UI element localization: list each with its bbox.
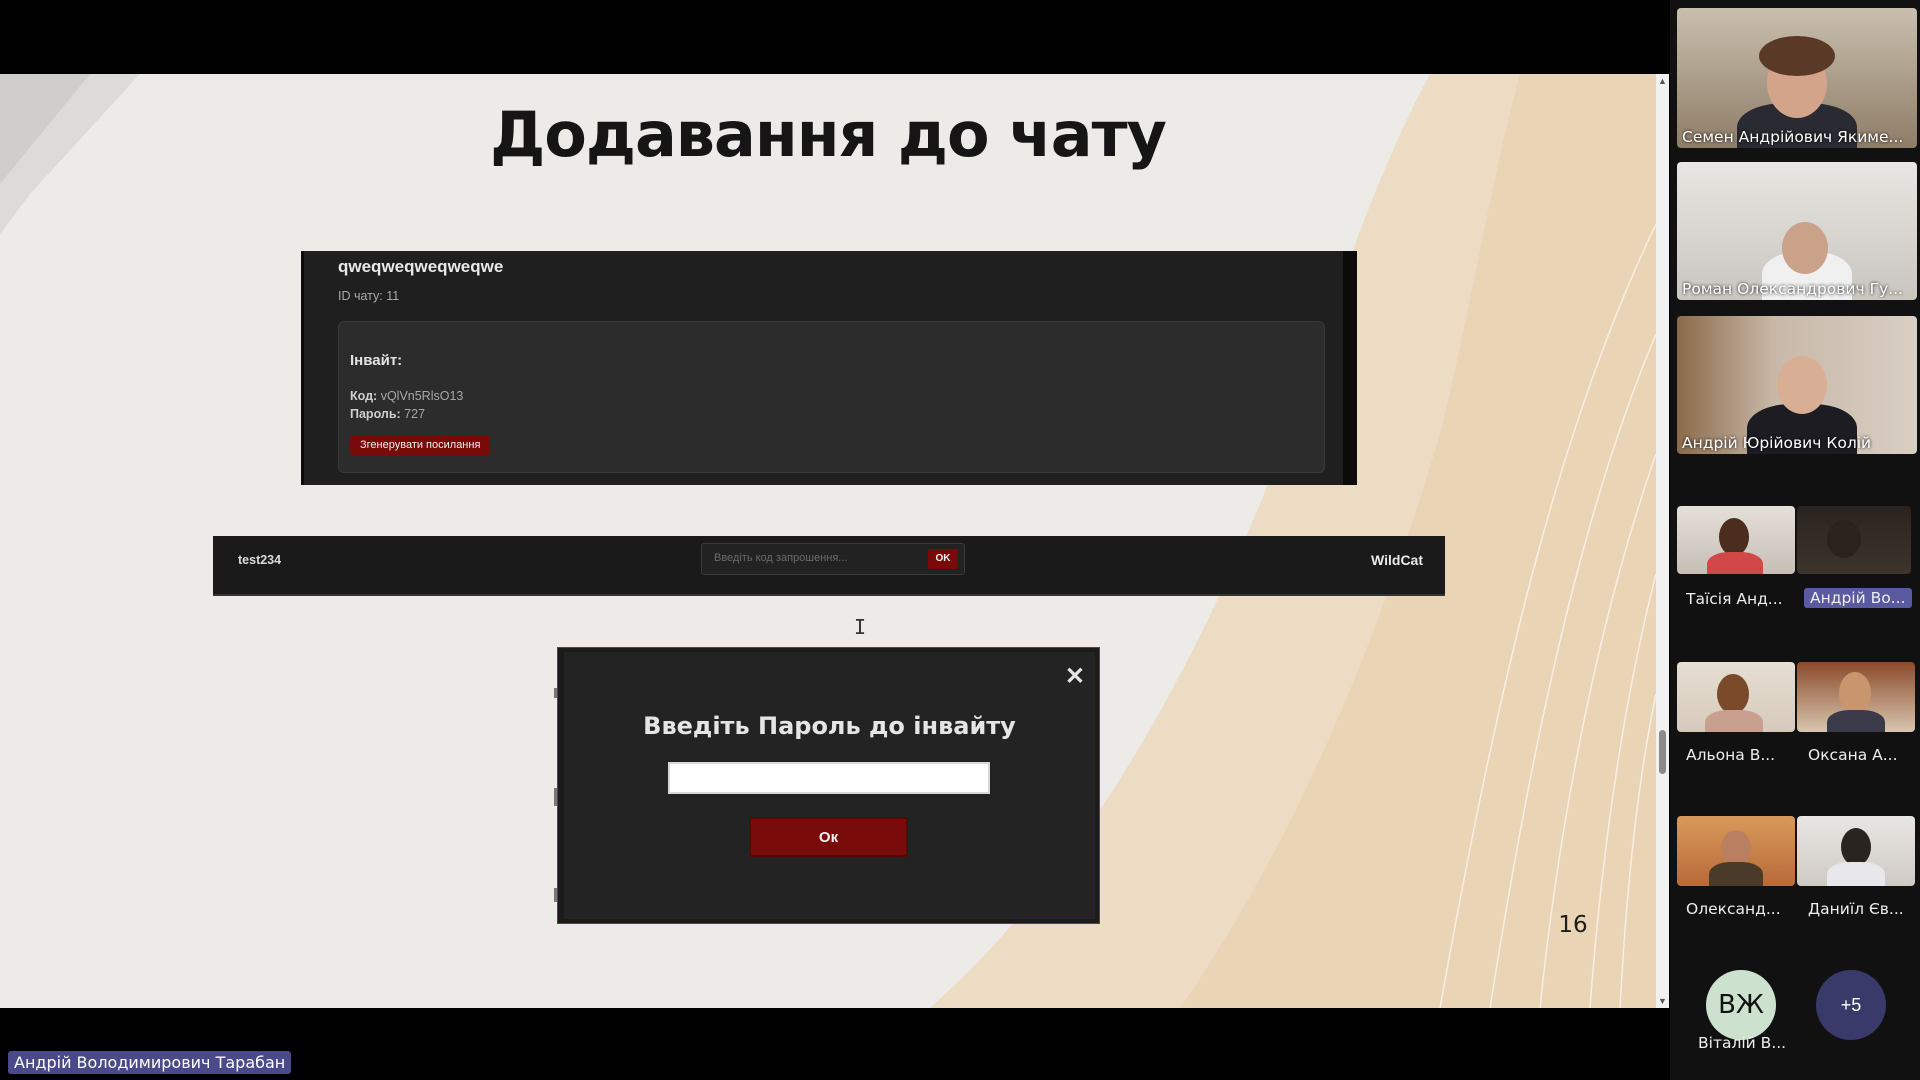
participant-tile[interactable] [1797, 506, 1911, 574]
participant-name: Андрій Юрійович Колій [1682, 434, 1872, 452]
brand-logo-text: WildCat [1371, 552, 1423, 568]
modal-body: ✕ Введіть Пароль до інвайту Ок [564, 652, 1095, 919]
slide-title: Додавання до чату [490, 98, 1167, 171]
video-figure [1709, 862, 1763, 886]
participant-tile[interactable] [1677, 506, 1795, 574]
slide-number: 16 [1558, 912, 1588, 938]
participant-tile[interactable] [1797, 662, 1915, 732]
more-participants-button[interactable]: +5 [1816, 970, 1886, 1040]
header-username: test234 [238, 553, 282, 567]
video-figure [1777, 356, 1827, 414]
invite-code-label: Код: [350, 389, 378, 403]
invite-ok-button[interactable]: OK [928, 549, 958, 569]
participant-name: Альона В... [1686, 746, 1776, 764]
invite-password-value: 727 [404, 407, 426, 421]
text-cursor-icon: I [854, 615, 867, 639]
video-figure [1839, 672, 1871, 714]
invite-code-line: Код: vQlVn5RlsO13 [350, 389, 463, 403]
password-modal-screenshot: ✕ Введіть Пароль до інвайту Ок [554, 647, 1100, 924]
modal-heading: Введіть Пароль до інвайту [643, 712, 1016, 740]
generate-link-button[interactable]: Згенерувати посилання [350, 435, 491, 455]
video-figure [1841, 828, 1871, 866]
modal-edge-mark [554, 788, 557, 806]
participant-name: Віталій В... [1698, 1034, 1787, 1052]
video-figure [1719, 518, 1749, 556]
participant-tile[interactable]: Семен Андрійович Якиме... [1677, 8, 1917, 148]
modal-edge-mark [554, 888, 557, 902]
modal-ok-button[interactable]: Ок [749, 817, 908, 857]
participant-tile[interactable]: Роман Олександрович Гу... [1677, 162, 1917, 300]
participant-name: Олександ... [1686, 900, 1781, 918]
header-bar-screenshot: test234 Введіть код запрошення... OK Wil… [213, 536, 1445, 596]
slide-scrollbar[interactable]: ▲ ▼ [1656, 74, 1669, 1008]
video-figure [1721, 830, 1751, 866]
chat-name: qweqweqweqweqwe [338, 257, 504, 276]
participant-name: Оксана А... [1808, 746, 1898, 764]
participant-name: Таїсія Анд... [1686, 590, 1783, 608]
participant-name-highlighted: Андрій Во... [1804, 588, 1912, 608]
chat-id: ID чату: 11 [338, 289, 400, 303]
close-icon[interactable]: ✕ [1065, 662, 1085, 691]
scroll-up-icon[interactable]: ▲ [1658, 76, 1667, 86]
presentation-slide: Додавання до чату qweqweqweqweqwe ID чат… [0, 74, 1656, 1008]
invite-password-label: Пароль: [350, 407, 401, 421]
participant-tile[interactable] [1677, 816, 1795, 886]
participant-tile[interactable]: Андрій Юрійович Колій [1677, 316, 1917, 454]
invite-password-line: Пароль: 727 [350, 407, 425, 421]
scroll-thumb[interactable] [1659, 730, 1666, 774]
video-figure [1705, 710, 1763, 732]
video-figure [1717, 674, 1749, 714]
participant-name: Семен Андрійович Якиме... [1682, 128, 1904, 146]
participant-tile[interactable] [1797, 816, 1915, 886]
invite-code-input[interactable]: Введіть код запрошення... OK [701, 543, 965, 575]
participant-avatar[interactable]: ВЖ [1706, 970, 1776, 1040]
presenter-name-badge: Андрій Володимирович Тарабан [8, 1051, 292, 1074]
participant-name: Даниїл Єв... [1808, 900, 1904, 918]
participant-tile[interactable] [1677, 662, 1795, 732]
modal-edge-mark [554, 688, 557, 698]
video-figure [1827, 520, 1861, 558]
video-figure [1707, 552, 1763, 574]
invite-code-value: vQlVn5RlsO13 [380, 389, 464, 403]
video-figure [1827, 710, 1885, 732]
invite-heading: Інвайт: [350, 352, 403, 369]
chat-panel-screenshot: qweqweqweqweqwe ID чату: 11 Інвайт: Код:… [301, 251, 1357, 485]
video-figure [1759, 36, 1835, 76]
video-figure [1827, 862, 1885, 886]
participant-name: Роман Олександрович Гу... [1682, 280, 1903, 298]
invite-code-placeholder: Введіть код запрошення... [714, 552, 848, 564]
invite-box: Інвайт: Код: vQlVn5RlsO13 Пароль: 727 Зг… [338, 321, 1325, 473]
invite-password-input[interactable] [668, 762, 990, 794]
scroll-down-icon[interactable]: ▼ [1658, 996, 1667, 1006]
video-figure [1782, 222, 1828, 274]
